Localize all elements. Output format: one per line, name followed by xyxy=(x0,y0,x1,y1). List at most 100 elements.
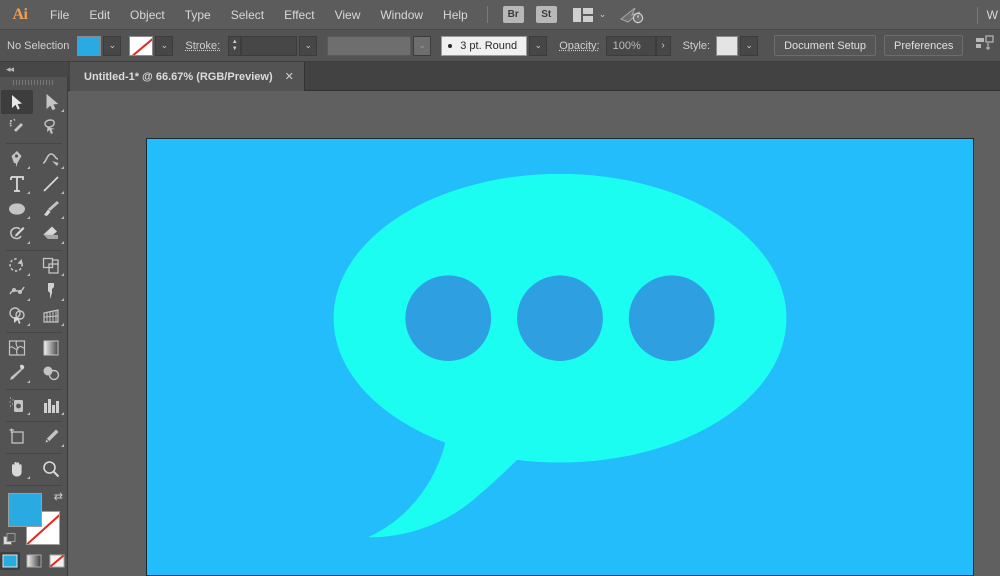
tool-divider xyxy=(6,250,62,251)
none-button[interactable] xyxy=(47,552,67,570)
symbol-sprayer-tool[interactable] xyxy=(1,393,33,417)
shaper-tool[interactable] xyxy=(1,222,33,246)
scale-tool[interactable] xyxy=(35,254,67,278)
bubble-dot-2 xyxy=(517,275,603,361)
free-transform-tool[interactable] xyxy=(35,279,67,303)
document-tab-title: Untitled-1* @ 66.67% (RGB/Preview) xyxy=(84,70,273,83)
eyedropper-tool[interactable] xyxy=(1,361,33,385)
brush-definition-field[interactable]: 3 pt. Round xyxy=(441,35,528,56)
direct-selection-tool[interactable] xyxy=(35,90,67,114)
pen-tool[interactable] xyxy=(1,147,33,171)
graphic-style-swatch[interactable] xyxy=(716,35,739,56)
stroke-weight-stepper[interactable]: ▲ ▼ xyxy=(228,35,242,56)
lasso-tool[interactable] xyxy=(35,115,67,139)
preferences-button[interactable]: Preferences xyxy=(884,35,964,56)
stock-button[interactable]: St xyxy=(535,6,557,23)
gradient-tool[interactable] xyxy=(35,336,67,360)
app-logo-icon: Ai xyxy=(12,5,29,23)
menu-window[interactable]: Window xyxy=(370,0,433,30)
close-icon[interactable]: ✕ xyxy=(285,70,294,83)
tools-panel: ◂◂ ⇄ xyxy=(0,62,68,576)
arrange-documents-icon[interactable] xyxy=(572,7,593,22)
blend-tool[interactable] xyxy=(35,361,67,385)
menu-object[interactable]: Object xyxy=(120,0,175,30)
column-graph-tool[interactable] xyxy=(35,393,67,417)
swap-fill-stroke-icon[interactable]: ⇄ xyxy=(54,490,63,503)
line-segment-tool[interactable] xyxy=(35,172,67,196)
arrange-chevron-down-icon[interactable]: ⌄ xyxy=(599,9,607,20)
opacity-label[interactable]: Opacity: xyxy=(559,40,599,52)
color-button[interactable] xyxy=(0,552,20,570)
tool-flyout-indicator-icon xyxy=(27,380,30,383)
ellipse-tool[interactable] xyxy=(1,197,33,221)
menu-select[interactable]: Select xyxy=(221,0,274,30)
stroke-color-swatch[interactable] xyxy=(129,35,154,56)
fill-color-indicator[interactable] xyxy=(8,493,42,527)
stroke-weight-field[interactable] xyxy=(241,35,298,56)
tool-flyout-indicator-icon xyxy=(27,412,30,415)
curvature-tool[interactable] xyxy=(35,147,67,171)
artboard[interactable] xyxy=(146,138,974,576)
rotate-tool[interactable] xyxy=(1,254,33,278)
stroke-weight-chevron-down-icon[interactable]: ⌄ xyxy=(299,35,318,56)
document-tab-bar: Untitled-1* @ 66.67% (RGB/Preview) ✕ xyxy=(0,62,1000,91)
menu-effect[interactable]: Effect xyxy=(274,0,324,30)
fill-color-swatch[interactable] xyxy=(77,35,102,56)
menu-view[interactable]: View xyxy=(325,0,371,30)
tool-flyout-indicator-icon xyxy=(61,216,64,219)
style-label: Style: xyxy=(682,39,711,52)
menu-file[interactable]: File xyxy=(40,0,79,30)
tool-flyout-indicator-icon xyxy=(61,444,64,447)
illustrator-window: Ai File Edit Object Type Select Effect V… xyxy=(0,0,1000,576)
slice-tool[interactable] xyxy=(35,425,67,449)
selection-tool[interactable] xyxy=(1,90,33,114)
control-bar: No Selection ⌄ ⌄ Stroke: ▲ ▼ ⌄ ⌄ 3 pt. Ro… xyxy=(0,30,1000,62)
tool-divider xyxy=(5,485,62,486)
tool-divider xyxy=(6,421,62,422)
tool-flyout-indicator-icon xyxy=(27,241,30,244)
brush-chevron-down-icon[interactable]: ⌄ xyxy=(529,35,548,56)
speech-bubble-artwork xyxy=(333,173,787,538)
shape-builder-tool[interactable] xyxy=(1,304,33,328)
brush-definition-label: 3 pt. Round xyxy=(460,39,518,52)
opacity-input[interactable]: 100% xyxy=(605,35,656,56)
eraser-tool[interactable] xyxy=(35,222,67,246)
menu-type[interactable]: Type xyxy=(175,0,221,30)
mesh-tool[interactable] xyxy=(1,336,33,360)
artboard-tool[interactable] xyxy=(1,425,33,449)
hand-tool[interactable] xyxy=(1,457,33,481)
selection-status: No Selection xyxy=(7,39,70,52)
type-tool[interactable] xyxy=(1,172,33,196)
gradient-button[interactable] xyxy=(24,552,44,570)
opacity-flyout-arrow-icon[interactable]: › xyxy=(655,35,671,56)
tools-panel-grip[interactable] xyxy=(0,77,67,88)
brush-preview-dot-icon xyxy=(448,43,453,48)
menu-edit[interactable]: Edit xyxy=(79,0,120,30)
tool-flyout-indicator-icon xyxy=(27,323,30,326)
width-tool[interactable] xyxy=(1,279,33,303)
perspective-grid-tool[interactable] xyxy=(35,304,67,328)
default-fill-stroke-icon[interactable] xyxy=(3,533,16,546)
tool-flyout-indicator-icon xyxy=(61,241,64,244)
align-objects-icon[interactable] xyxy=(975,35,995,56)
menu-help[interactable]: Help xyxy=(433,0,478,30)
zoom-tool[interactable] xyxy=(35,457,67,481)
collapse-panel-icon[interactable]: ◂◂ xyxy=(0,62,68,77)
workspace-label[interactable]: W xyxy=(987,0,1000,30)
creative-cloud-icon[interactable] xyxy=(620,6,644,24)
tool-flyout-indicator-icon xyxy=(61,273,64,276)
style-chevron-down-icon[interactable]: ⌄ xyxy=(740,35,759,56)
stroke-weight-label[interactable]: Stroke: xyxy=(185,40,220,52)
menu-divider xyxy=(486,6,488,23)
bridge-button[interactable]: Br xyxy=(502,6,524,23)
canvas-area[interactable] xyxy=(68,91,1000,576)
stroke-chevron-down-icon[interactable]: ⌄ xyxy=(155,35,174,56)
document-tab[interactable]: Untitled-1* @ 66.67% (RGB/Preview) ✕ xyxy=(70,62,305,91)
bubble-dot-3 xyxy=(628,275,715,361)
magic-wand-tool[interactable] xyxy=(1,115,33,139)
document-setup-button[interactable]: Document Setup xyxy=(774,35,877,56)
paintbrush-tool[interactable] xyxy=(35,197,67,221)
variable-width-profile-field[interactable] xyxy=(327,35,412,56)
fill-chevron-down-icon[interactable]: ⌄ xyxy=(103,35,122,56)
variable-width-chevron-down-icon[interactable]: ⌄ xyxy=(413,35,432,56)
